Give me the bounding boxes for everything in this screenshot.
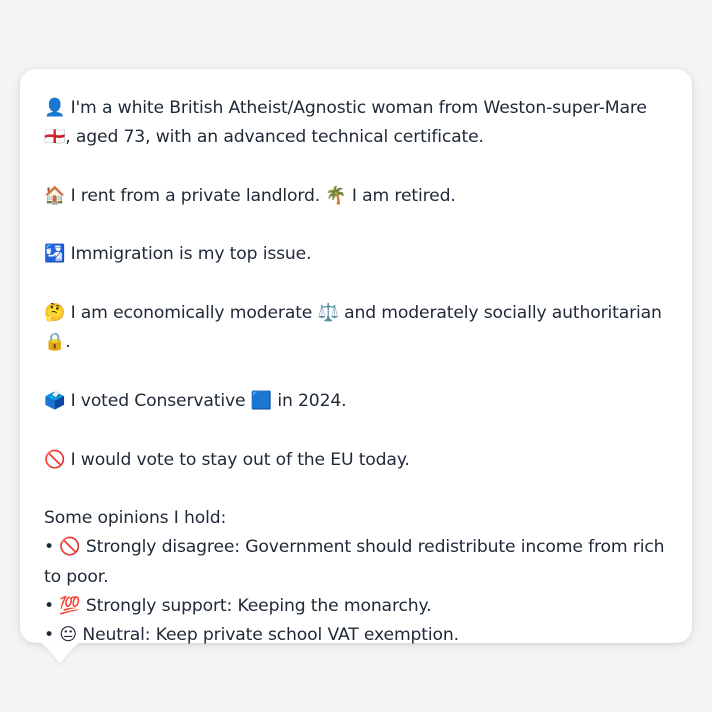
vote-2024-text: 🗳️ I voted Conservative 🟦 in 2024. [44, 390, 347, 411]
bubble-tail [42, 643, 78, 663]
top-issue-text: 🛂 Immigration is my top issue. [44, 244, 312, 265]
housing-employment-text: 🏠 I rent from a private landlord. 🌴 I am… [44, 185, 456, 206]
opinion-item: • 💯 Strongly support: Keeping the monarc… [44, 596, 432, 617]
opinions-heading: Some opinions I hold: [44, 508, 227, 529]
opinion-item: • 😐 Neutral: Keep private school VAT exe… [44, 625, 459, 646]
identity-text: 👤 I'm a white British Atheist/Agnostic w… [44, 98, 647, 148]
political-position-text: 🤔 I am economically moderate ⚖️ and mode… [44, 303, 662, 353]
message-bubble: 👤 I'm a white British Atheist/Agnostic w… [20, 69, 692, 645]
eu-vote-text: 🚫 I would vote to stay out of the EU tod… [44, 449, 410, 470]
opinion-item: • 🚫 Strongly disagree: Government should… [44, 537, 665, 587]
opinions-list: • 🚫 Strongly disagree: Government should… [44, 533, 670, 650]
